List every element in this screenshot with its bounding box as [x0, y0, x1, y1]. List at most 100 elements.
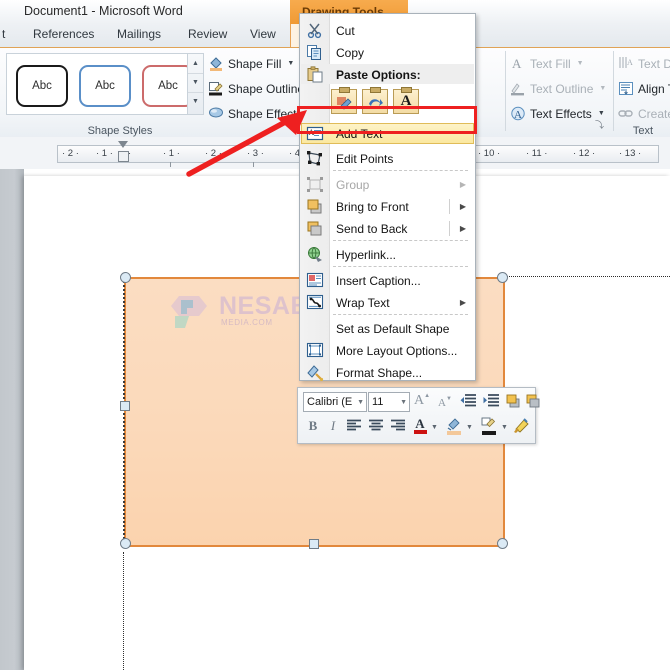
context-menu-label: Copy — [336, 45, 365, 60]
shape-styles-gallery[interactable]: Abc Abc Abc — [6, 53, 194, 115]
context-menu-item-insert-caption[interactable]: Insert Caption... — [301, 270, 474, 291]
context-menu-item-bring-to-front[interactable]: Bring to Front ▶ — [301, 196, 474, 217]
font-color-glyph: A — [415, 416, 425, 431]
svg-text:A: A — [627, 58, 633, 67]
shape-alignment-guide — [501, 276, 670, 277]
paste-icon — [306, 66, 324, 83]
red-arrow-annotation — [186, 110, 307, 177]
text-effects-button[interactable]: A Text Effects ▼ — [510, 106, 605, 121]
create-link-label: Create l — [638, 106, 670, 121]
italic-button[interactable]: I — [324, 416, 342, 435]
outline-color-swatch — [482, 430, 496, 435]
grow-font-button[interactable]: A ▲ — [412, 391, 432, 410]
bold-button[interactable]: B — [304, 416, 322, 435]
chevron-down-icon[interactable]: ▼ — [599, 85, 606, 92]
selection-handle-bc[interactable] — [309, 539, 319, 549]
tab-mailings[interactable]: Mailings — [117, 27, 161, 41]
font-name-combobox[interactable]: Calibri (E ▼ — [303, 392, 367, 412]
scroll-down-button[interactable]: ▼ — [188, 73, 203, 93]
shape-style-thumb-2[interactable]: Abc — [79, 65, 131, 107]
context-menu-item-hyperlink[interactable]: Hyperlink... — [301, 244, 474, 265]
chevron-down-icon[interactable]: ▼ — [400, 399, 407, 406]
align-text-button[interactable]: Align Te — [618, 81, 670, 96]
chevron-down-icon[interactable]: ▼ — [357, 399, 364, 406]
text-group-label: Text — [632, 125, 654, 137]
ruler-tick: · 10 · — [478, 148, 501, 159]
wordart-dialog-launcher[interactable]: ⤵ — [595, 118, 604, 131]
send-back-icon — [306, 220, 324, 237]
context-menu-item-copy[interactable]: Copy — [301, 42, 474, 63]
text-fill-icon: A — [510, 56, 526, 71]
align-left-button[interactable] — [345, 417, 363, 434]
tab-references[interactable]: References — [33, 27, 94, 41]
chevron-right-icon[interactable]: ▶ — [460, 298, 466, 307]
shape-outline-button[interactable] — [479, 415, 499, 436]
context-menu-item-wrap-text[interactable]: Wrap Text ▶ — [301, 292, 474, 313]
up-arrow-icon: ▲ — [424, 392, 431, 399]
context-menu-item-more-layout-options[interactable]: More Layout Options... — [301, 340, 474, 361]
selection-handle-tl[interactable] — [120, 272, 131, 283]
window-title: Document1 - Microsoft Word — [24, 4, 183, 18]
context-menu-item-send-to-back[interactable]: Send to Back ▶ — [301, 218, 474, 239]
chevron-right-icon[interactable]: ▶ — [460, 202, 466, 211]
text-fill-button[interactable]: A Text Fill ▼ — [510, 56, 584, 71]
selection-handle-bl[interactable] — [120, 538, 131, 549]
font-color-button[interactable]: A — [411, 415, 429, 436]
font-size-combobox[interactable]: 11 ▼ — [368, 392, 410, 412]
text-fill-label: Text Fill — [530, 56, 571, 71]
shrink-font-button[interactable]: A ▼ — [435, 393, 455, 412]
tab-review[interactable]: Review — [188, 27, 227, 41]
ruler-tick: · 1 · — [96, 148, 113, 159]
indent-marker[interactable] — [118, 141, 129, 165]
chevron-down-icon[interactable]: ▼ — [287, 60, 294, 67]
chevron-down-icon[interactable]: ▼ — [501, 424, 508, 431]
chevron-down-icon[interactable]: ▼ — [598, 110, 605, 117]
context-menu-item-set-default-shape[interactable]: Set as Default Shape — [301, 318, 474, 339]
scroll-up-button[interactable]: ▲ — [188, 54, 203, 74]
font-name-value: Calibri (E — [307, 396, 353, 408]
shape-styles-scroll-column: ▲ ▼ ▼ — [187, 53, 204, 115]
increase-indent-button[interactable] — [481, 391, 501, 410]
context-menu-item-group[interactable]: Group ▶ — [301, 174, 474, 195]
chevron-down-icon[interactable]: ▼ — [466, 424, 473, 431]
text-direction-button[interactable]: A Text Dir — [618, 56, 670, 71]
align-text-label: Align Te — [638, 81, 670, 96]
ruler-tick: · 1 · — [163, 148, 180, 159]
text-direction-label: Text Dir — [638, 56, 670, 71]
context-menu-label: Insert Caption... — [336, 273, 421, 288]
context-menu-label: Bring to Front — [336, 199, 409, 214]
text-highlight-button[interactable] — [444, 415, 464, 436]
decrease-indent-button[interactable] — [458, 391, 478, 410]
context-menu-item-format-shape[interactable]: Format Shape... — [301, 362, 474, 383]
text-outline-button[interactable]: Text Outline ▼ — [510, 81, 606, 96]
tab-view[interactable]: View — [250, 27, 276, 41]
shape-fill-button[interactable]: Shape Fill ▼ — [208, 56, 294, 71]
selection-handle-ml[interactable] — [120, 401, 130, 411]
send-backward-button[interactable] — [524, 392, 542, 410]
selection-handle-br[interactable] — [497, 538, 508, 549]
align-right-button[interactable] — [389, 417, 407, 434]
align-center-button[interactable] — [367, 417, 385, 434]
font-color-swatch — [413, 430, 427, 434]
font-size-value: 11 — [372, 396, 384, 408]
chevron-down-icon[interactable]: ▼ — [431, 424, 438, 431]
group-divider-2 — [613, 51, 614, 131]
create-link-button[interactable]: Create l — [618, 106, 670, 121]
create-link-icon — [618, 106, 634, 121]
context-menu-item-edit-points[interactable]: Edit Points — [301, 148, 474, 169]
format-painter-button[interactable] — [512, 416, 532, 435]
context-menu-separator — [333, 240, 468, 241]
shape-styles-group-label: Shape Styles — [87, 125, 153, 137]
context-menu-separator — [333, 266, 468, 267]
ruler-tick: · 13 · — [619, 148, 642, 159]
chevron-down-icon[interactable]: ▼ — [577, 60, 584, 67]
tab-t[interactable]: t — [2, 27, 5, 41]
context-menu: Cut Copy Paste Options: A A Add Text Edi… — [299, 13, 476, 383]
shape-outline-label: Shape Outline — [228, 81, 305, 96]
shape-style-thumb-1[interactable]: Abc — [16, 65, 68, 107]
chevron-right-icon[interactable]: ▶ — [460, 224, 466, 233]
context-menu-item-cut[interactable]: Cut — [301, 20, 474, 41]
bring-forward-button[interactable] — [504, 392, 522, 410]
shape-fill-icon — [208, 56, 224, 71]
selection-handle-tr[interactable] — [497, 272, 508, 283]
